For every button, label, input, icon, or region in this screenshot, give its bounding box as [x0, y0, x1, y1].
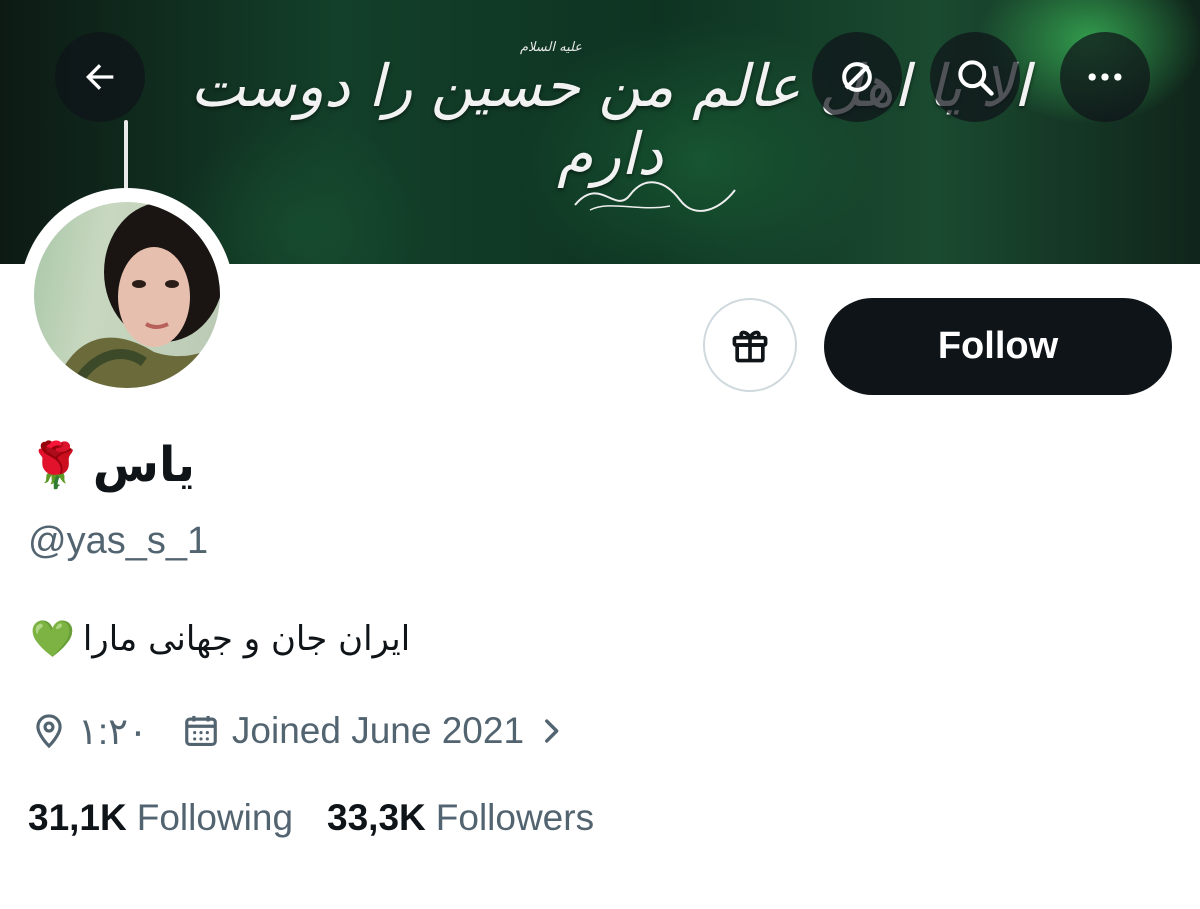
- location-pin-icon: [36, 714, 62, 749]
- back-button[interactable]: [55, 32, 145, 122]
- banner-decor-stroke: [124, 120, 128, 190]
- chevron-right-icon[interactable]: [534, 714, 568, 748]
- display-name: یاس: [92, 437, 196, 493]
- followers-count: 33,3K: [327, 797, 426, 838]
- profile-avatar[interactable]: [20, 188, 234, 402]
- more-button[interactable]: [1060, 32, 1150, 122]
- arrow-left-icon: [85, 64, 114, 90]
- bio-text: ایران جان و جهانی مارا: [82, 619, 411, 659]
- user-handle: @yas_s_1: [28, 520, 209, 562]
- signature-mark: [574, 181, 736, 212]
- followers-link[interactable]: 33,3K Followers: [327, 797, 594, 839]
- follow-stats: 31,1K Following 33,3K Followers: [28, 792, 594, 844]
- search-button[interactable]: [930, 32, 1020, 122]
- search-icon: [958, 60, 994, 96]
- followers-label: Followers: [435, 797, 595, 838]
- gift-icon: [732, 330, 768, 363]
- following-label: Following: [136, 797, 294, 838]
- profile-meta: ۱:۲۰ Joined June 2021: [30, 705, 568, 757]
- more-horizontal-icon: [1088, 73, 1122, 81]
- mute-icon: [842, 62, 872, 92]
- following-count: 31,1K: [28, 797, 127, 838]
- calendar-icon: [185, 715, 217, 747]
- green-heart-emoji: 💚: [30, 619, 75, 660]
- rose-emoji: 🌹: [28, 440, 83, 491]
- name-row: 🌹 یاس: [28, 425, 195, 505]
- follow-button[interactable]: Follow: [824, 298, 1172, 395]
- joined-date[interactable]: Joined June 2021: [232, 710, 524, 752]
- bio: 💚 ایران جان و جهانی مارا: [30, 618, 410, 660]
- gift-button[interactable]: [703, 298, 797, 392]
- location-text: ۱:۲۰: [78, 710, 148, 752]
- mute-button[interactable]: [812, 32, 902, 122]
- avatar-photo: [34, 202, 220, 388]
- following-link[interactable]: 31,1K Following: [28, 797, 293, 839]
- avatar-portrait: [54, 202, 220, 388]
